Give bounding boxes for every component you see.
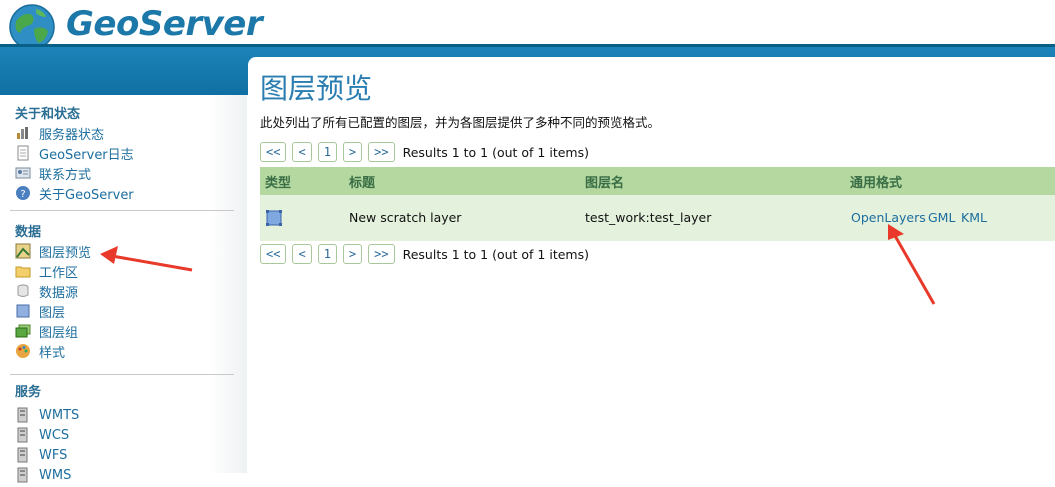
annotation-arrows	[100, 224, 936, 305]
annotation-arrow-sidebar	[100, 246, 193, 272]
annotation-arrow-openlayers	[888, 224, 936, 305]
